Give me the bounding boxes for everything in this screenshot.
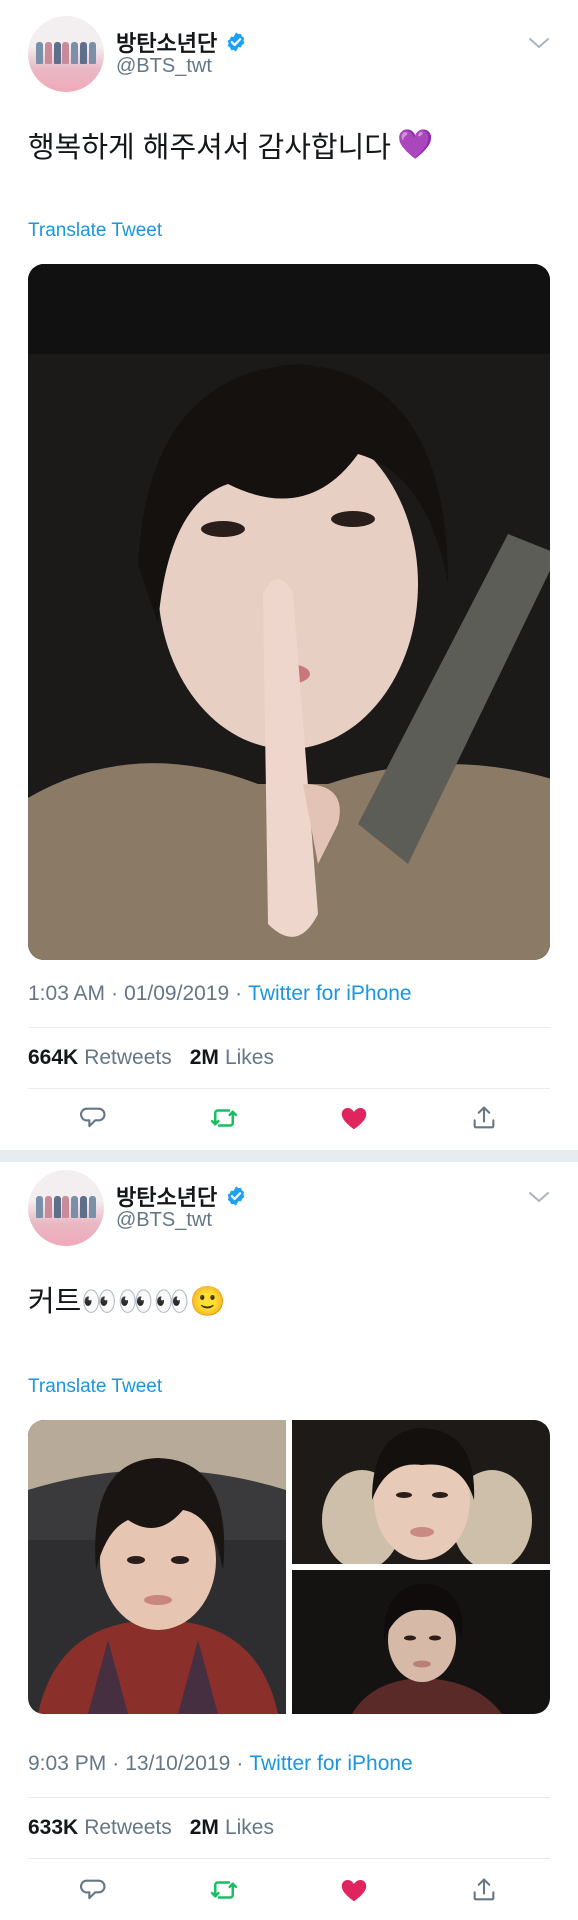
tweet-actions [0, 1873, 578, 1913]
verified-badge-icon [227, 1186, 245, 1206]
tweet-timestamp: 1:03 AM · 01/09/2019 · Twitter for iPhon… [28, 982, 412, 1006]
heart-icon [341, 1880, 367, 1902]
tweet-text: 커트👀👀👀🙂 [28, 1278, 226, 1320]
tweet-photo-1[interactable] [28, 1420, 286, 1714]
purple-heart-emoji: 💜 [396, 129, 434, 161]
retweets-label[interactable]: Retweets [84, 1816, 172, 1840]
display-name[interactable]: 방탄소년단 [116, 26, 217, 58]
handle[interactable]: @BTS_twt [116, 55, 212, 78]
tweet-date: 13/10/2019 [125, 1752, 231, 1775]
meta-separator: · [112, 1752, 120, 1775]
tweet-media[interactable] [28, 1420, 550, 1714]
reply-icon [80, 1879, 106, 1900]
handle[interactable]: @BTS_twt [116, 1209, 212, 1232]
likes-label[interactable]: Likes [225, 1816, 274, 1840]
avatar[interactable] [28, 16, 104, 92]
photo-dark-selfie [292, 1570, 550, 1714]
likes-label[interactable]: Likes [225, 1046, 274, 1070]
reply-icon [80, 1107, 106, 1128]
chevron-down-icon[interactable] [528, 36, 550, 50]
share-icon [473, 1878, 495, 1901]
tweet-text-body: 행복하게 해주셔서 감사합니다 [28, 132, 391, 164]
divider [28, 1027, 550, 1028]
author-name-row[interactable]: 방탄소년단 [116, 26, 247, 58]
tweet-photo-3[interactable] [292, 1570, 550, 1714]
retweet-icon [210, 1881, 238, 1899]
tweet-source-link[interactable]: Twitter for iPhone [248, 982, 411, 1006]
tweet-2: 방탄소년단 @BTS_twt 커트👀👀👀🙂 Translate Tweet 9:… [0, 1162, 578, 1920]
tweet-media[interactable] [28, 264, 550, 960]
chevron-down-icon[interactable] [528, 1190, 550, 1204]
retweets-label[interactable]: Retweets [84, 1046, 172, 1070]
tweet-1: 방탄소년단 @BTS_twt 행복하게 해주셔서 감사합니다 💜 Transla… [0, 0, 578, 1150]
photo-portrait [28, 264, 550, 960]
likes-count[interactable]: 2M [190, 1046, 219, 1070]
share-icon [473, 1106, 495, 1129]
likes-count[interactable]: 2M [190, 1816, 219, 1840]
retweets-count[interactable]: 633K [28, 1816, 78, 1840]
tweet-text: 행복하게 해주셔서 감사합니다 💜 [28, 124, 433, 166]
tweet-separator [0, 1150, 578, 1162]
tweet-source-link[interactable]: Twitter for iPhone [249, 1752, 412, 1776]
reply-button[interactable] [77, 1873, 111, 1907]
translate-tweet-link[interactable]: Translate Tweet [28, 220, 162, 242]
tweet-date: 01/09/2019 [124, 982, 230, 1005]
translate-tweet-link[interactable]: Translate Tweet [28, 1376, 162, 1398]
tweet-photo-2[interactable] [292, 1420, 550, 1564]
divider [28, 1858, 550, 1859]
heart-icon [341, 1108, 367, 1130]
tweet-photo[interactable] [28, 264, 550, 960]
tweet-stats: 633K Retweets 2M Likes [28, 1816, 274, 1840]
display-name[interactable]: 방탄소년단 [116, 1180, 217, 1212]
tweet-time: 9:03 PM [28, 1752, 107, 1775]
divider [28, 1088, 550, 1089]
retweets-count[interactable]: 664K [28, 1046, 78, 1070]
meta-separator: · [111, 982, 119, 1005]
divider [28, 1797, 550, 1798]
avatar[interactable] [28, 1170, 104, 1246]
share-button[interactable] [467, 1873, 501, 1907]
photo-closeup [292, 1420, 550, 1564]
meta-separator: · [236, 1752, 244, 1775]
photo-selfie-car [28, 1420, 286, 1714]
tweet-time: 1:03 AM [28, 982, 106, 1005]
tweet-actions [0, 1101, 578, 1141]
tweet-stats: 664K Retweets 2M Likes [28, 1046, 274, 1070]
tweet-timestamp: 9:03 PM · 13/10/2019 · Twitter for iPhon… [28, 1752, 413, 1776]
retweet-icon [210, 1109, 238, 1127]
retweet-button[interactable] [207, 1101, 241, 1135]
share-button[interactable] [467, 1101, 501, 1135]
meta-separator: · [235, 982, 243, 1005]
like-button[interactable] [337, 1873, 371, 1907]
reply-button[interactable] [77, 1101, 111, 1135]
verified-badge-icon [227, 32, 245, 52]
tweet-text-body: 커트👀👀👀🙂 [28, 1286, 226, 1318]
retweet-button[interactable] [207, 1873, 241, 1907]
author-name-row[interactable]: 방탄소년단 [116, 1180, 247, 1212]
like-button[interactable] [337, 1101, 371, 1135]
